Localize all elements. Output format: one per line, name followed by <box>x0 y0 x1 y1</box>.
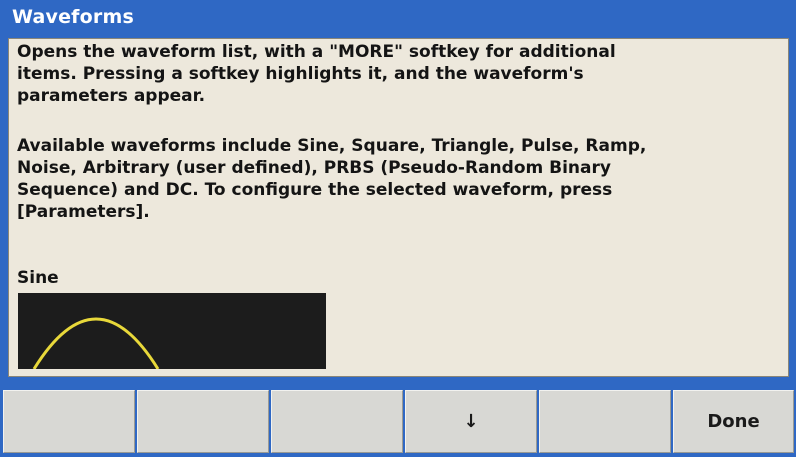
down-arrow-icon: ↓ <box>463 411 479 432</box>
help-waveforms-paragraph: Available waveforms include Sine, Square… <box>17 136 647 222</box>
softkey-bar: ↓ Done <box>0 388 796 457</box>
help-panel: Opens the waveform list, with a "MORE" s… <box>8 38 789 377</box>
waveform-preview-label: Sine <box>17 268 59 288</box>
softkey-2[interactable] <box>137 390 269 453</box>
page-title: Waveforms <box>12 6 134 28</box>
title-bar: Waveforms <box>0 0 796 38</box>
softkey-5[interactable] <box>539 390 671 453</box>
sine-trace <box>32 317 160 370</box>
instrument-screen: Waveforms Opens the waveform list, with … <box>0 0 796 457</box>
done-softkey[interactable]: Done <box>673 390 794 453</box>
waveform-preview-graphic <box>32 317 160 370</box>
more-softkey[interactable]: ↓ <box>405 390 537 453</box>
softkey-1[interactable] <box>3 390 135 453</box>
softkey-3[interactable] <box>271 390 403 453</box>
help-description-paragraph: Opens the waveform list, with a "MORE" s… <box>17 42 616 106</box>
waveform-preview <box>18 293 326 370</box>
